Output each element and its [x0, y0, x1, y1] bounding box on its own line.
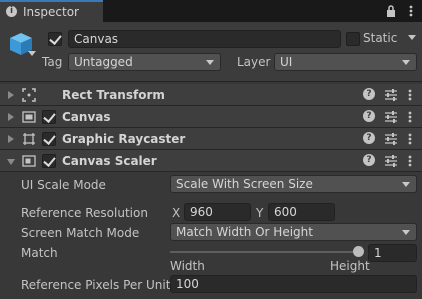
component-title: Canvas Scaler	[62, 154, 157, 168]
screen-match-mode-value: Match Width Or Height	[176, 225, 313, 239]
static-checkbox[interactable]	[346, 32, 360, 46]
canvas-scaler-icon	[22, 155, 36, 167]
icon-dropdown-arrow[interactable]	[27, 50, 37, 58]
tab-label: Inspector	[23, 5, 79, 19]
screen-match-mode-dropdown[interactable]: Match Width Or Height	[170, 223, 417, 241]
rect-transform-icon	[22, 88, 36, 102]
gameobject-name-input[interactable]: Canvas	[68, 30, 341, 48]
layer-value: UI	[280, 55, 293, 69]
ui-scale-mode-value: Scale With Screen Size	[176, 177, 313, 191]
layer-dropdown[interactable]: UI	[274, 53, 417, 71]
component-graphic-raycaster[interactable]: Graphic Raycaster ?	[0, 128, 422, 150]
active-checkbox[interactable]	[48, 32, 62, 46]
ui-scale-mode-label: UI Scale Mode	[21, 178, 106, 192]
reference-resolution-label: Reference Resolution	[21, 206, 148, 220]
help-icon[interactable]: ?	[363, 154, 375, 166]
foldout-arrow-icon[interactable]	[8, 91, 14, 99]
presets-icon[interactable]	[384, 88, 398, 102]
chevron-down-icon	[402, 182, 410, 187]
help-icon[interactable]: ?	[363, 110, 375, 122]
presets-icon[interactable]	[384, 132, 398, 146]
ui-scale-mode-dropdown[interactable]: Scale With Screen Size	[170, 175, 417, 193]
kebab-menu-icon[interactable]	[405, 87, 415, 103]
component-enabled-checkbox[interactable]	[42, 132, 56, 146]
layer-label: Layer	[237, 55, 271, 69]
raycaster-icon	[23, 133, 35, 145]
component-canvas[interactable]: Canvas ?	[0, 106, 422, 128]
screen-match-mode-label: Screen Match Mode	[21, 226, 140, 240]
foldout-arrow-icon[interactable]	[8, 135, 14, 143]
match-label: Match	[21, 246, 58, 260]
reference-pixels-input[interactable]: 100	[170, 275, 417, 293]
lock-icon[interactable]	[384, 4, 398, 18]
chevron-down-icon	[402, 60, 410, 65]
chevron-down-icon	[402, 230, 410, 235]
presets-icon[interactable]	[384, 154, 398, 168]
canvas-icon	[22, 111, 36, 123]
reference-resolution-x-input[interactable]: 960	[184, 203, 251, 221]
kebab-menu-icon[interactable]	[405, 131, 415, 147]
foldout-arrow-icon[interactable]	[8, 113, 14, 121]
chevron-down-icon	[206, 60, 214, 65]
info-icon: i	[6, 6, 17, 17]
match-min-label: Width	[170, 259, 205, 273]
match-value-input[interactable]: 1	[368, 244, 417, 262]
tab-inspector[interactable]: i Inspector	[0, 0, 103, 22]
y-label[interactable]: Y	[256, 206, 263, 220]
reference-pixels-label: Reference Pixels Per Unit	[21, 278, 171, 292]
help-icon[interactable]: ?	[363, 132, 375, 144]
static-dropdown-arrow[interactable]	[408, 35, 416, 40]
component-rect-transform[interactable]: Rect Transform ?	[0, 84, 422, 106]
presets-icon[interactable]	[384, 110, 398, 124]
component-title: Rect Transform	[62, 88, 165, 102]
gameobject-header: Canvas Static Tag Untagged Layer UI	[0, 22, 422, 82]
x-label[interactable]: X	[172, 206, 180, 220]
component-canvas-scaler[interactable]: Canvas Scaler ?	[0, 150, 422, 172]
kebab-menu-icon[interactable]	[405, 109, 415, 125]
tag-dropdown[interactable]: Untagged	[68, 53, 221, 71]
static-label: Static	[363, 31, 398, 45]
kebab-menu-icon[interactable]	[404, 3, 418, 19]
foldout-arrow-icon[interactable]	[7, 159, 15, 165]
match-slider-track[interactable]	[170, 251, 358, 253]
component-enabled-checkbox[interactable]	[42, 110, 56, 124]
tab-bar: i Inspector	[0, 0, 422, 22]
component-title: Graphic Raycaster	[62, 132, 186, 146]
tag-label: Tag	[42, 55, 63, 69]
component-enabled-checkbox[interactable]	[42, 154, 56, 168]
component-title: Canvas	[62, 110, 111, 124]
kebab-menu-icon[interactable]	[405, 153, 415, 169]
reference-resolution-y-input[interactable]: 600	[268, 203, 335, 221]
help-icon[interactable]: ?	[363, 88, 375, 100]
match-slider-thumb[interactable]	[352, 246, 364, 257]
match-max-label: Height	[330, 259, 370, 273]
tag-value: Untagged	[74, 55, 133, 69]
